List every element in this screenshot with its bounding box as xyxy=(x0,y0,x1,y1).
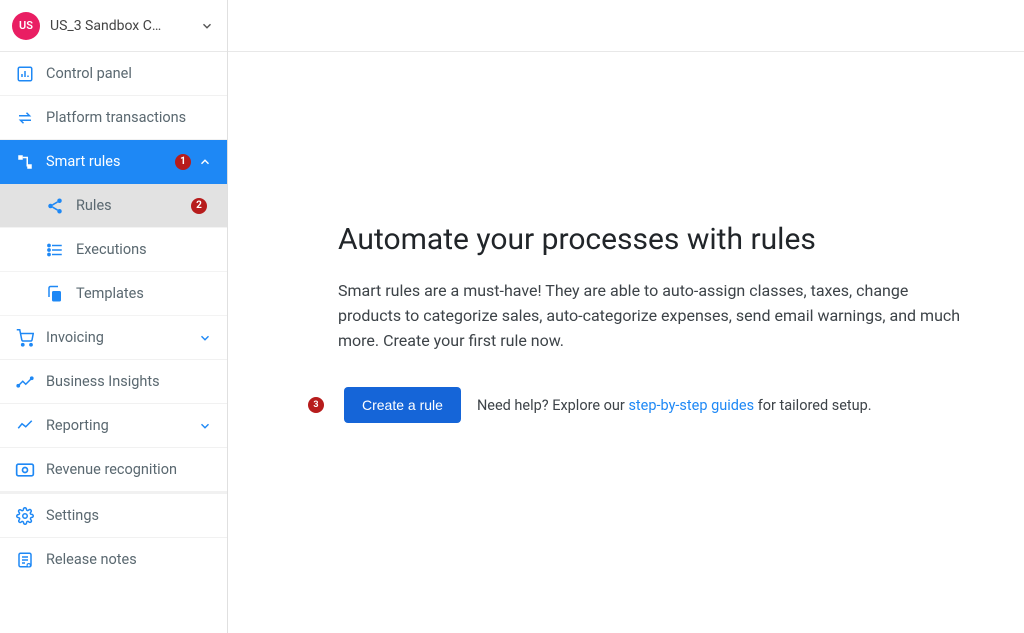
sidebar-item-business-insights[interactable]: Business Insights xyxy=(0,360,227,404)
sidebar-item-label: Platform transactions xyxy=(46,109,213,126)
badge: 1 xyxy=(175,154,191,170)
sidebar-item-label: Executions xyxy=(76,241,213,258)
gear-icon xyxy=(14,507,36,525)
sidebar-item-label: Invoicing xyxy=(46,329,197,346)
sidebar-item-executions[interactable]: Executions xyxy=(0,228,227,272)
chevron-down-icon xyxy=(197,418,213,434)
org-name: US_3 Sandbox C… xyxy=(50,18,199,34)
sidebar-item-platform-transactions[interactable]: Platform transactions xyxy=(0,96,227,140)
sidebar-item-smart-rules[interactable]: Smart rules 1 xyxy=(0,140,227,184)
sidebar-item-label: Settings xyxy=(46,507,213,524)
cta-row: 3 Create a rule Need help? Explore our s… xyxy=(338,387,964,423)
cart-icon xyxy=(14,329,36,347)
sidebar: US US_3 Sandbox C… Control panel Platfor… xyxy=(0,0,228,633)
main: Automate your processes with rules Smart… xyxy=(228,0,1024,633)
sidebar-item-label: Business Insights xyxy=(46,373,213,390)
share-icon xyxy=(44,197,66,215)
guides-link[interactable]: step-by-step guides xyxy=(628,397,754,414)
money-icon xyxy=(14,461,36,479)
chart-line-icon xyxy=(14,417,36,435)
sidebar-item-reporting[interactable]: Reporting xyxy=(0,404,227,448)
flow-icon xyxy=(14,153,36,171)
bottom-nav: Settings Release notes xyxy=(0,493,227,581)
chevron-down-icon xyxy=(197,330,213,346)
sidebar-item-invoicing[interactable]: Invoicing xyxy=(0,316,227,360)
sidebar-item-label: Reporting xyxy=(46,417,197,434)
sidebar-item-rules[interactable]: Rules 2 xyxy=(0,184,227,228)
help-suffix: for tailored setup. xyxy=(754,397,872,414)
sidebar-item-templates[interactable]: Templates xyxy=(0,272,227,316)
sidebar-item-label: Templates xyxy=(76,285,213,302)
copy-icon xyxy=(44,285,66,303)
nav: Control panel Platform transactions Smar… xyxy=(0,52,227,633)
sidebar-item-release-notes[interactable]: Release notes xyxy=(0,537,227,581)
list-icon xyxy=(44,241,66,259)
badge: 2 xyxy=(191,198,207,214)
page-title: Automate your processes with rules xyxy=(338,222,964,257)
sidebar-item-label: Rules xyxy=(76,197,191,214)
page-description: Smart rules are a must-have! They are ab… xyxy=(338,279,964,353)
smart-rules-submenu: Rules 2 Executions Templates xyxy=(0,184,227,316)
content: Automate your processes with rules Smart… xyxy=(228,52,1024,633)
sidebar-item-control-panel[interactable]: Control panel xyxy=(0,52,227,96)
sidebar-item-revenue-recognition[interactable]: Revenue recognition xyxy=(0,448,227,492)
help-prefix: Need help? Explore our xyxy=(477,397,629,414)
avatar: US xyxy=(12,12,40,40)
sidebar-item-settings[interactable]: Settings xyxy=(0,493,227,537)
step-marker: 3 xyxy=(308,397,324,413)
topbar xyxy=(228,0,1024,52)
create-rule-button[interactable]: Create a rule xyxy=(344,387,461,423)
sidebar-item-label: Smart rules xyxy=(46,153,175,170)
chevron-down-icon xyxy=(199,18,215,34)
dashboard-icon xyxy=(14,65,36,83)
org-switcher[interactable]: US US_3 Sandbox C… xyxy=(0,0,227,52)
help-text: Need help? Explore our step-by-step guid… xyxy=(477,397,872,414)
sidebar-item-label: Release notes xyxy=(46,551,213,568)
sidebar-item-label: Revenue recognition xyxy=(46,461,213,478)
chevron-up-icon xyxy=(197,154,213,170)
insights-icon xyxy=(14,373,36,391)
sidebar-item-label: Control panel xyxy=(46,65,213,82)
notes-icon xyxy=(14,551,36,569)
swap-icon xyxy=(14,109,36,127)
